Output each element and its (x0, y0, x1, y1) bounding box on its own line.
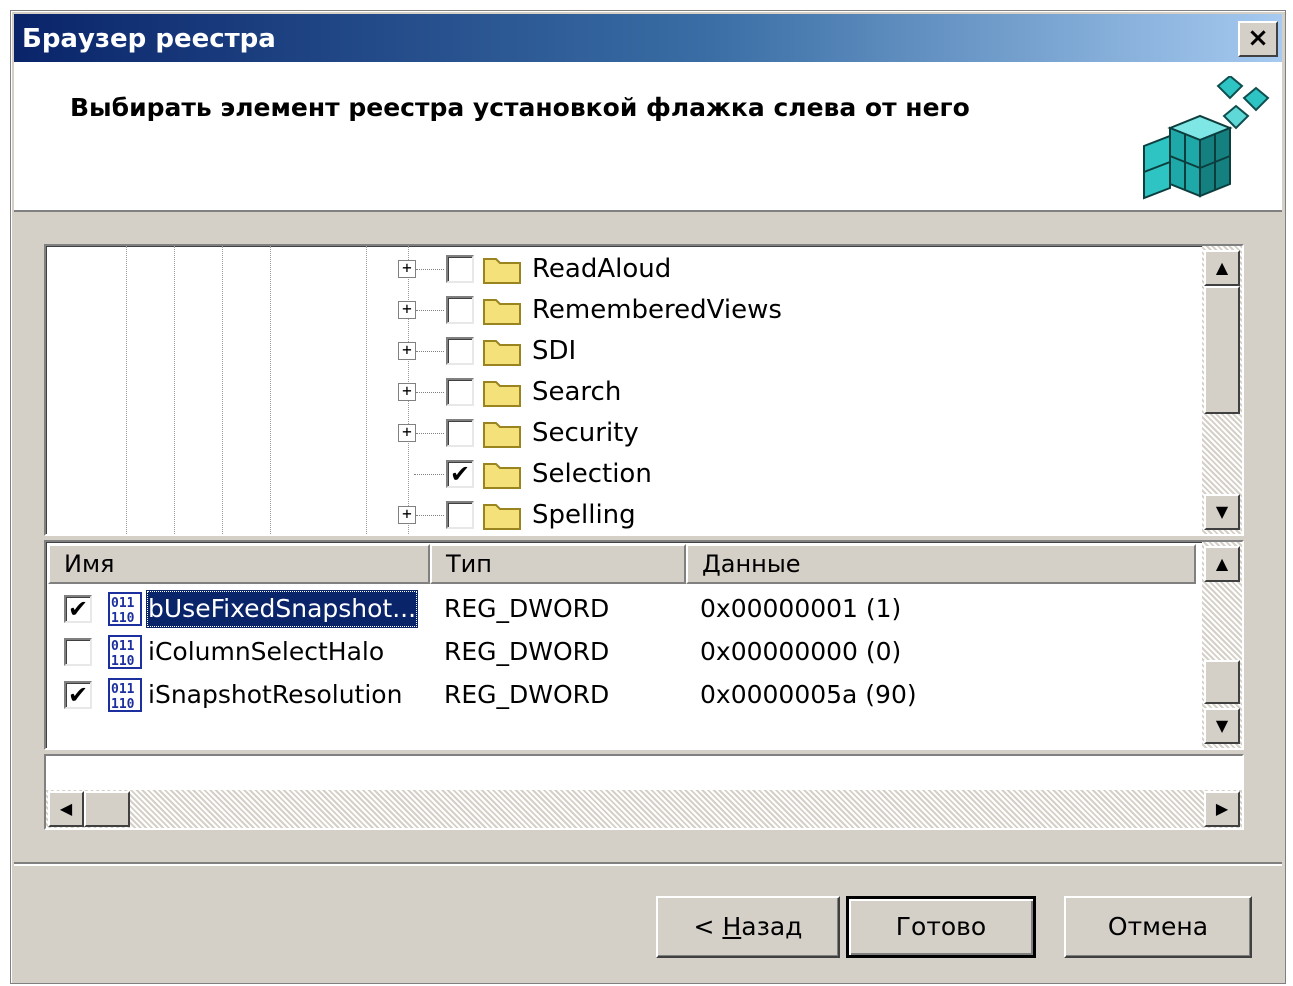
svg-text:011: 011 (111, 682, 135, 697)
list-row[interactable]: 011 110 iColumnSelectHalo REG_DWORD 0x000… (46, 631, 1206, 673)
value-type: REG_DWORD (444, 680, 610, 709)
folder-icon (483, 258, 521, 284)
value-name: iSnapshotResolution (148, 680, 403, 709)
tree-item-label: ReadAloud (532, 254, 672, 284)
folder-icon (483, 422, 521, 448)
window-title: Браузер реестра (22, 24, 276, 54)
column-header-type[interactable]: Тип (430, 544, 686, 584)
tree-checkbox[interactable] (446, 378, 474, 406)
folder-icon (483, 340, 521, 366)
value-data: 0x00000001 (1) (700, 594, 902, 623)
tree-checkbox-checked[interactable]: ✔ (446, 460, 474, 488)
registry-cubes-icon (1143, 76, 1270, 200)
tree-checkbox[interactable] (446, 296, 474, 324)
expand-icon[interactable]: + (398, 383, 416, 401)
column-header-name[interactable]: Имя (48, 544, 430, 584)
folder-icon (483, 299, 521, 325)
tree-checkbox[interactable] (446, 419, 474, 447)
separator (14, 862, 1282, 866)
folder-icon (483, 504, 521, 530)
value-name: iColumnSelectHalo (148, 637, 385, 666)
horizontal-scroll-panel: ◀ ▶ (44, 754, 1244, 830)
back-button[interactable]: < Назад (656, 896, 840, 958)
list-row[interactable]: ✔ 011 110 bUseFixedSnapshot... REG_DWORD … (46, 588, 1206, 630)
tree-guide-line (270, 246, 271, 534)
svg-text:110: 110 (111, 611, 135, 626)
tree-item-label: Spelling (532, 500, 636, 530)
expand-icon[interactable]: + (398, 342, 416, 360)
list-row[interactable]: ✔ 011 110 iSnapshotResolution REG_DWORD 0… (46, 674, 1206, 716)
expand-icon[interactable]: + (398, 260, 416, 278)
row-checkbox-checked[interactable]: ✔ (64, 595, 92, 623)
svg-text:110: 110 (111, 654, 135, 669)
row-checkbox-checked[interactable]: ✔ (64, 681, 92, 709)
tree-checkbox[interactable] (446, 501, 474, 529)
scroll-down-button[interactable]: ▼ (1204, 494, 1240, 530)
back-button-label: азад (741, 912, 803, 941)
value-data: 0x0000005a (90) (700, 680, 917, 709)
value-name: bUseFixedSnapshot... (146, 590, 419, 628)
tree-item-label: SDI (532, 336, 577, 366)
close-button[interactable]: × (1238, 21, 1278, 57)
tree-item-label: Selection (532, 459, 652, 489)
value-type: REG_DWORD (444, 594, 610, 623)
cancel-button[interactable]: Отмена (1064, 896, 1252, 958)
scroll-left-button[interactable]: ◀ (48, 791, 84, 827)
tree-guide-line (222, 246, 223, 534)
value-type: REG_DWORD (444, 637, 610, 666)
horizontal-scrollbar[interactable] (46, 790, 1242, 828)
scroll-thumb[interactable] (84, 791, 130, 827)
scroll-thumb[interactable] (1204, 286, 1240, 414)
tree-item-label: Security (532, 418, 639, 448)
svg-text:110: 110 (111, 697, 135, 712)
scroll-thumb[interactable] (1204, 660, 1240, 704)
tree-connector (416, 310, 444, 311)
tree-item-label: Search (532, 377, 622, 407)
dword-value-icon: 011110 (108, 635, 142, 669)
tree-connector (416, 351, 444, 352)
tree-checkbox[interactable] (446, 337, 474, 365)
tree-connector (416, 269, 444, 270)
expand-icon[interactable]: + (398, 301, 416, 319)
scroll-up-button[interactable]: ▲ (1204, 250, 1240, 286)
tree-connector (416, 392, 444, 393)
back-button-prefix: < (693, 912, 723, 941)
header-panel (14, 62, 1282, 212)
scroll-down-button[interactable]: ▼ (1204, 708, 1240, 744)
tree-item-label: RememberedViews (532, 295, 782, 325)
expand-icon[interactable]: + (398, 506, 416, 524)
expand-icon[interactable]: + (398, 424, 416, 442)
back-button-hotkey: Н (722, 912, 742, 941)
column-header-data[interactable]: Данные (686, 544, 1196, 584)
scroll-up-button[interactable]: ▲ (1204, 546, 1240, 582)
value-data: 0x00000000 (0) (700, 637, 902, 666)
finish-button[interactable]: Готово (846, 896, 1036, 958)
folder-icon (483, 381, 521, 407)
tree-guide-line (174, 246, 175, 534)
dword-value-icon: 011110 (108, 678, 142, 712)
tree-connector (416, 433, 444, 434)
tree-guide-line (126, 246, 127, 534)
dword-value-icon: 011110 (108, 592, 142, 626)
tree-connector (416, 515, 444, 516)
values-list[interactable]: Имя Тип Данные ✔ 011 110 bUseFixedSnapsho… (44, 540, 1244, 750)
instruction-text: Выбирать элемент реестра установкой флаж… (70, 93, 970, 122)
svg-text:011: 011 (111, 639, 135, 654)
svg-text:011: 011 (111, 596, 135, 611)
tree-checkbox[interactable] (446, 255, 474, 283)
scroll-right-button[interactable]: ▶ (1204, 791, 1240, 827)
row-checkbox[interactable] (64, 638, 92, 666)
folder-icon (483, 463, 521, 489)
tree-connector (414, 474, 444, 475)
tree-guide-line (366, 246, 367, 534)
registry-tree[interactable]: + ReadAloud + RememberedViews + SDI + Se… (44, 244, 1244, 536)
